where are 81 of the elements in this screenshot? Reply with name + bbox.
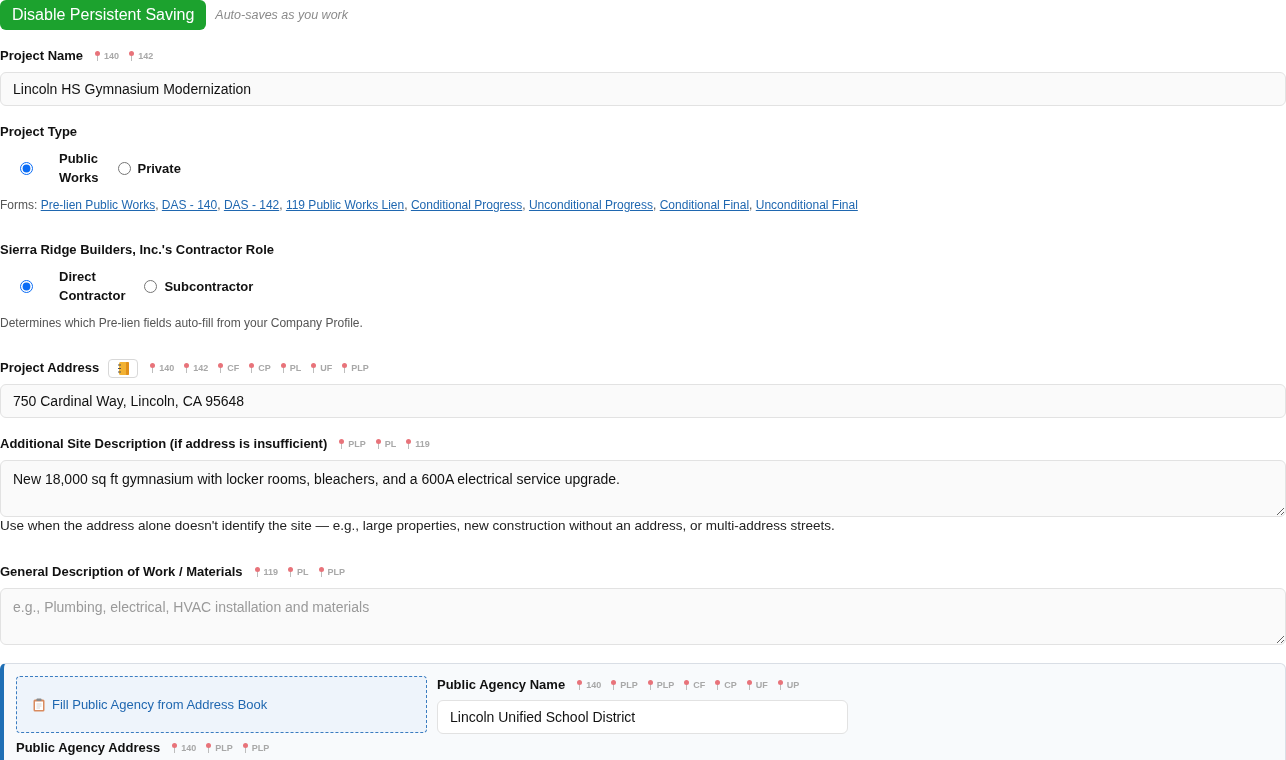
text-area[interactable]: e.g., Plumbing, electrical, HVAC installation and materials bbox=[0, 588, 1286, 645]
form-code: PLP bbox=[656, 679, 675, 691]
pin-icon bbox=[249, 363, 255, 373]
radio-label: Direct Contractor bbox=[59, 268, 126, 305]
pin-icon bbox=[218, 363, 224, 373]
pin-icon bbox=[406, 439, 412, 449]
address-book-button[interactable] bbox=[108, 358, 139, 378]
form-link[interactable]: Unconditional Final bbox=[755, 198, 858, 212]
form-code: CP bbox=[258, 362, 271, 374]
autosave-status: Auto-saves as you work bbox=[215, 6, 348, 24]
field-label: Project Name bbox=[0, 48, 84, 64]
pin-icon bbox=[611, 680, 617, 690]
pin-icon bbox=[311, 363, 317, 373]
form-code: PLP bbox=[348, 438, 366, 450]
radio-button[interactable] bbox=[20, 279, 33, 293]
form-code: CF bbox=[693, 679, 706, 691]
radio-label: Public Works bbox=[59, 150, 99, 187]
pin-icon bbox=[647, 680, 653, 690]
form-code: PLP bbox=[620, 679, 638, 691]
radio-label: Subcontractor bbox=[164, 277, 254, 296]
field-label: Public Agency Address bbox=[16, 740, 161, 756]
pin-icon bbox=[184, 363, 190, 373]
pin-icon bbox=[684, 680, 690, 690]
pin-icon bbox=[95, 51, 101, 61]
notebook-icon bbox=[117, 361, 129, 375]
form-code: 142 bbox=[193, 362, 209, 374]
pin-icon bbox=[375, 439, 381, 449]
form-code: PLP bbox=[251, 742, 270, 754]
field-label: Project Type bbox=[0, 124, 78, 140]
disable-saving-button[interactable]: Disable Persistent Saving bbox=[0, 0, 207, 30]
form-code: PL bbox=[289, 362, 302, 374]
pin-icon bbox=[129, 51, 135, 61]
form-code: PLP bbox=[327, 566, 346, 578]
pin-icon bbox=[242, 743, 248, 753]
help-text: Use when the address alone doesn't identify the site — e.g., large properties, new construction without an address, or multi-address streets. bbox=[0, 518, 836, 534]
pin-icon bbox=[172, 743, 178, 753]
form-code: 142 bbox=[138, 50, 154, 62]
pin-icon bbox=[206, 743, 212, 753]
form-code: CP bbox=[724, 679, 737, 691]
pin-icon bbox=[254, 567, 260, 577]
pin-icon bbox=[288, 567, 294, 577]
pin-icon bbox=[577, 680, 583, 690]
field-label: Project Address bbox=[0, 360, 100, 376]
fill-from-address-book-button[interactable]: Fill Public Agency from Address Book bbox=[16, 676, 427, 733]
form-code: CF bbox=[227, 362, 240, 374]
form-code: UF bbox=[320, 362, 333, 374]
form-code: 140 bbox=[104, 50, 120, 62]
radio-button[interactable] bbox=[117, 161, 131, 175]
form-code: 140 bbox=[159, 362, 175, 374]
help-text: Determines which Pre-lien fields auto-fill from your Company Profile. bbox=[0, 315, 364, 331]
pin-icon bbox=[318, 567, 324, 577]
form-code: 140 bbox=[586, 679, 602, 691]
pin-icon bbox=[777, 680, 783, 690]
form-code: PLP bbox=[351, 362, 369, 374]
form-code: 119 bbox=[263, 566, 279, 578]
form-code: PL bbox=[297, 566, 309, 578]
radio-label: Private bbox=[137, 159, 181, 178]
clipboard-icon bbox=[33, 697, 45, 712]
pin-icon bbox=[280, 363, 286, 373]
form-code: PL bbox=[384, 438, 397, 450]
form-code: UF bbox=[755, 679, 768, 691]
text-input[interactable]: Lincoln HS Gymnasium Modernization bbox=[0, 72, 1286, 106]
form-code: UP bbox=[786, 679, 800, 691]
field-label: Public Agency Name bbox=[437, 677, 566, 693]
forms-list: Forms: Pre-lien Public Works, DAS - 140, DAS - 142, 119 Public Works Lien, Conditional Progress, Unconditional Progress, Conditional Final, Unconditional Final bbox=[0, 197, 1286, 213]
radio-button[interactable] bbox=[20, 161, 33, 175]
text-input[interactable]: Lincoln Unified School District bbox=[437, 700, 848, 734]
field-label: Sierra Ridge Builders, Inc.'s Contractor Role bbox=[0, 242, 274, 258]
radio-button[interactable] bbox=[144, 279, 158, 293]
form-code: 140 bbox=[181, 742, 197, 754]
pin-icon bbox=[715, 680, 721, 690]
field-label: Additional Site Description (if address is insufficient) bbox=[0, 436, 328, 452]
pin-icon bbox=[339, 439, 345, 449]
text-area[interactable]: New 18,000 sq ft gymnasium with locker rooms, bleachers, and a 600A electrical service upgrade. bbox=[0, 460, 1286, 517]
pin-icon bbox=[342, 363, 348, 373]
field-label: General Description of Work / Materials bbox=[0, 564, 243, 580]
pin-icon bbox=[746, 680, 752, 690]
text-input[interactable]: 750 Cardinal Way, Lincoln, CA 95648 bbox=[0, 384, 1286, 418]
form-code: PLP bbox=[215, 742, 233, 754]
pin-icon bbox=[150, 363, 156, 373]
form-code: 119 bbox=[415, 438, 430, 450]
